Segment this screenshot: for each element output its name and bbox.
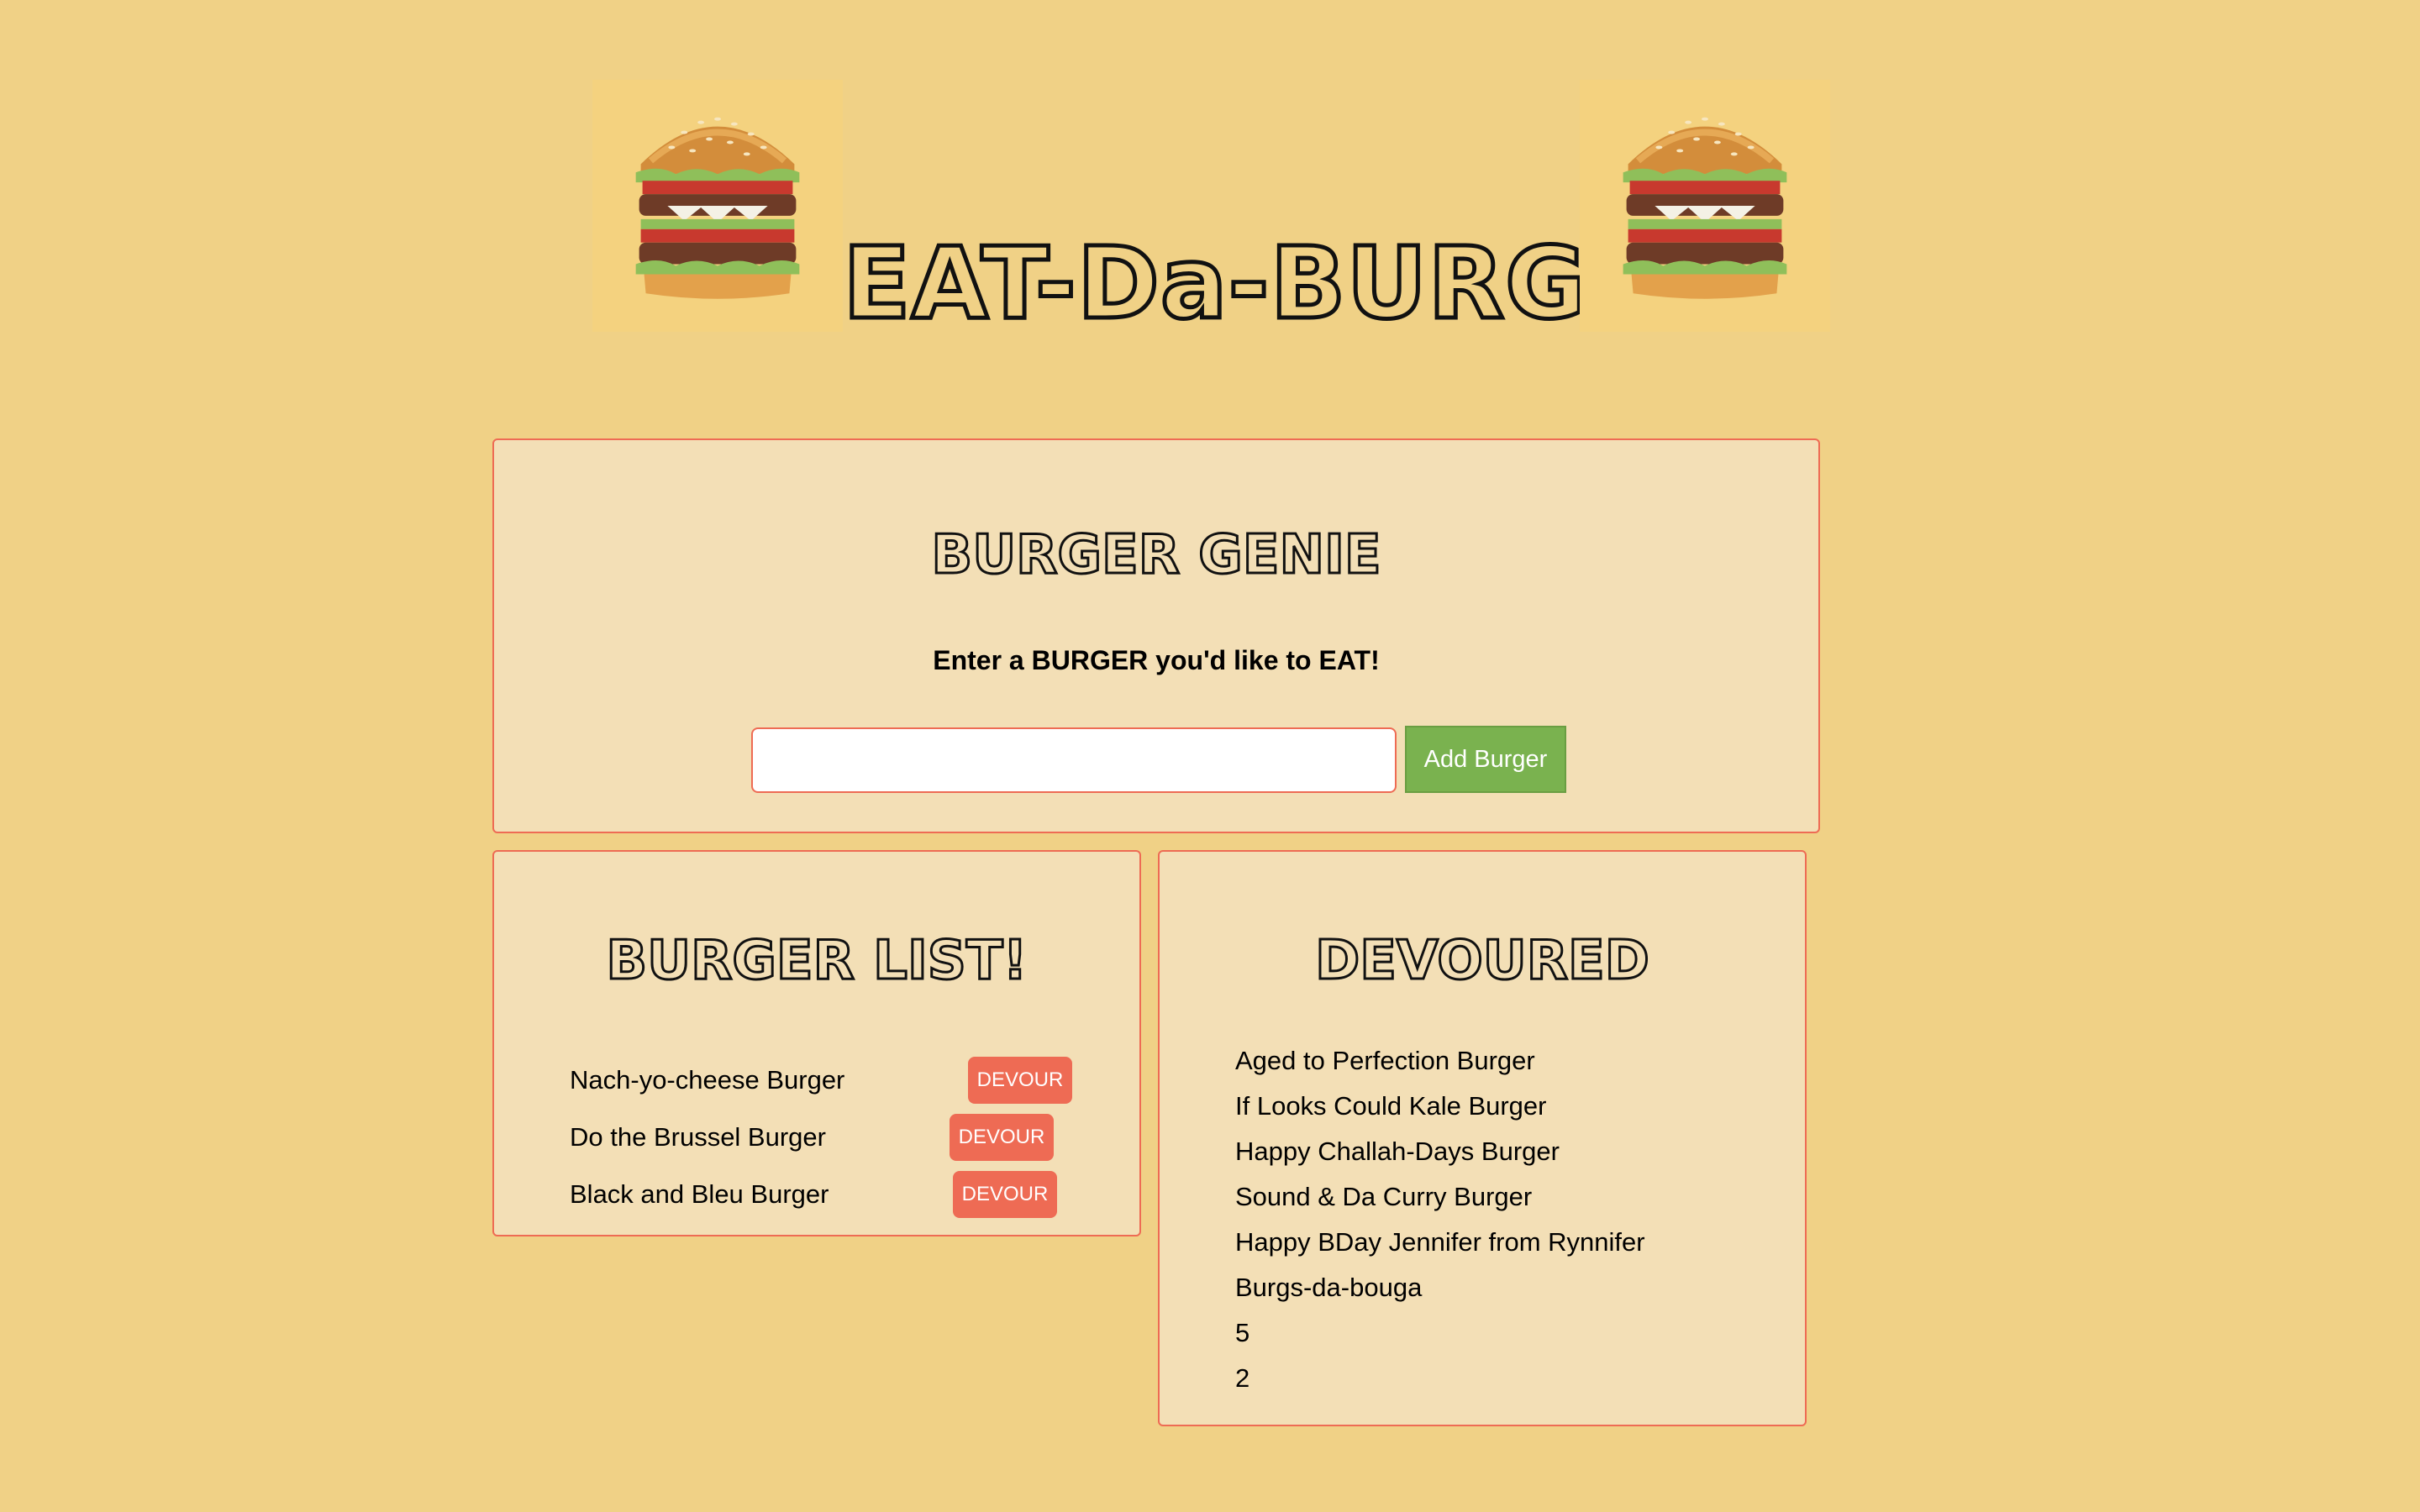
burger-list-panel: BURGER LIST! Nach-yo-cheese Burger DEVOU… [492,850,1141,1236]
devoured-panel: DEVOURED Aged to Perfection Burger If Lo… [1158,850,1807,1426]
burger-icon [1580,80,1830,332]
burger-genie-heading: BURGER GENIE [930,523,1382,588]
devoured-item: Happy BDay Jennifer from Rynnifer [1235,1227,1645,1257]
devour-button[interactable]: DEVOUR [968,1057,1072,1104]
devour-button[interactable]: DEVOUR [953,1171,1057,1218]
burger-name-input[interactable] [751,727,1397,793]
devoured-list: Aged to Perfection Burger If Looks Could… [1235,1038,1645,1401]
devoured-item: 5 [1235,1318,1250,1347]
burger-name: Do the Brussel Burger [570,1122,826,1152]
burger-genie-panel: BURGER GENIE Enter a BURGER you'd like t… [492,438,1820,833]
devoured-item: Happy Challah-Days Burger [1235,1137,1560,1166]
devoured-item: 2 [1235,1363,1250,1393]
page-title: EAT-Da-BURGER [841,223,1734,344]
devour-button[interactable]: DEVOUR [950,1114,1054,1161]
devoured-item: Sound & Da Curry Burger [1235,1182,1533,1211]
add-burger-button[interactable]: Add Burger [1405,726,1566,793]
devoured-item: If Looks Could Kale Burger [1235,1091,1547,1121]
devoured-heading: DEVOURED [1314,929,1651,994]
devoured-item: Aged to Perfection Burger [1235,1046,1535,1075]
burger-name: Black and Bleu Burger [570,1179,829,1209]
devoured-item: Burgs-da-bouga [1235,1273,1423,1302]
burger-name: Nach-yo-cheese Burger [570,1065,845,1095]
burger-prompt: Enter a BURGER you'd like to EAT! [933,645,1380,675]
burger-icon [592,80,843,332]
burger-list-heading: BURGER LIST! [605,929,1028,994]
